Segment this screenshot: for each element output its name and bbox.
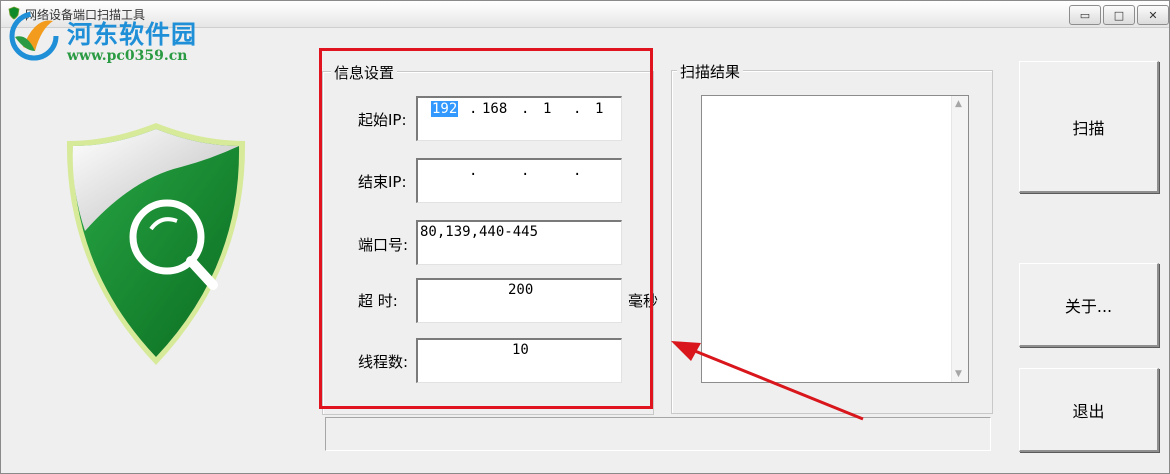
shield-magnifier-icon — [66, 123, 246, 365]
minimize-button[interactable]: ▭ — [1069, 5, 1101, 25]
close-icon: ✕ — [1148, 8, 1158, 22]
minimize-icon: ▭ — [1079, 8, 1091, 22]
scroll-down-icon[interactable]: ▼ — [955, 369, 962, 379]
maximize-icon: □ — [1113, 8, 1125, 22]
watermark-logo-icon — [9, 11, 59, 61]
status-bar — [325, 417, 991, 451]
scan-result-legend: 扫描结果 — [677, 61, 744, 82]
watermark-title: 河东软件园 — [67, 20, 198, 49]
annotation-arrow-icon — [671, 341, 864, 421]
result-scrollbar[interactable]: ▲ ▼ — [951, 96, 968, 382]
about-button[interactable]: 关于... — [1019, 263, 1159, 347]
main-window: 网络设备端口扫描工具 ▭ □ ✕ 河东软件园 www.pc0359.cn 信息设… — [0, 0, 1170, 474]
exit-button[interactable]: 退出 — [1019, 368, 1159, 452]
scroll-up-icon[interactable]: ▲ — [955, 99, 962, 109]
scan-button[interactable]: 扫描 — [1019, 61, 1159, 193]
maximize-button[interactable]: □ — [1103, 5, 1135, 25]
highlight-box — [319, 48, 653, 409]
close-button[interactable]: ✕ — [1137, 5, 1169, 25]
watermark-url: www.pc0359.cn — [67, 48, 188, 64]
